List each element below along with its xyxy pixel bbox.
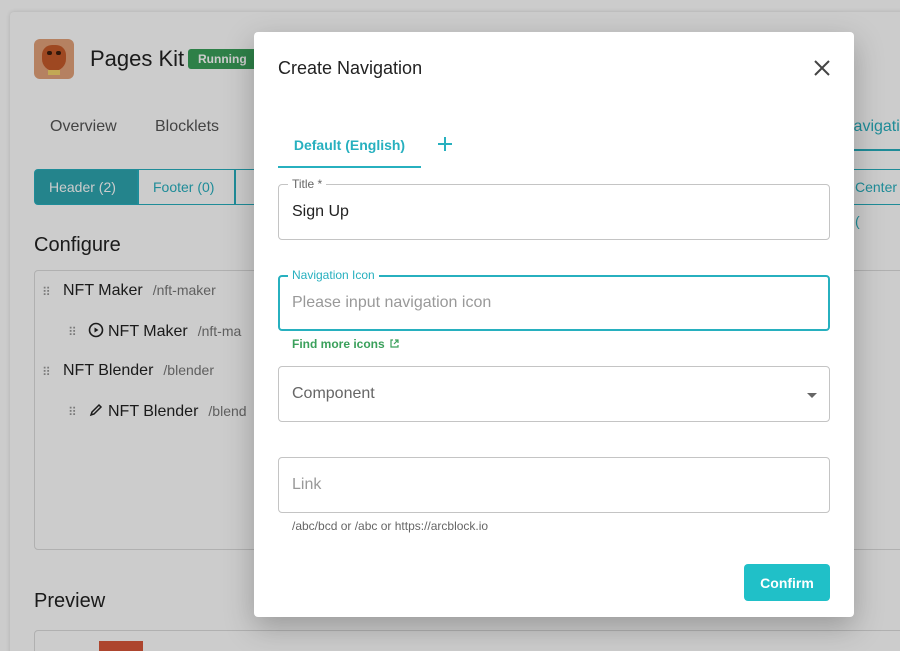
close-icon	[814, 60, 830, 76]
plus-icon	[438, 137, 452, 151]
tab-default-language[interactable]: Default (English)	[278, 132, 421, 168]
external-link-icon	[389, 338, 400, 352]
link-field[interactable]	[278, 457, 830, 513]
dropdown-arrow-icon	[807, 393, 817, 398]
link-input[interactable]	[292, 458, 812, 512]
find-more-icons-link[interactable]: Find more icons	[292, 337, 400, 352]
add-language-button[interactable]	[434, 133, 456, 155]
title-field[interactable]: Title *	[278, 177, 830, 240]
navigation-icon-field[interactable]: Navigation Icon	[278, 268, 830, 331]
component-select-placeholder: Component	[292, 385, 375, 402]
link-helper-text: /abc/bcd or /abc or https://arcblock.io	[292, 519, 489, 533]
title-input[interactable]	[292, 185, 812, 239]
close-button[interactable]	[810, 58, 834, 78]
confirm-button[interactable]: Confirm	[744, 564, 830, 601]
navigation-icon-input[interactable]	[292, 277, 812, 329]
create-navigation-dialog: Create Navigation Default (English) Titl…	[254, 32, 854, 617]
component-select[interactable]: Component	[278, 366, 830, 422]
dialog-title: Create Navigation	[278, 58, 423, 78]
find-more-icons-label: Find more icons	[292, 337, 385, 351]
